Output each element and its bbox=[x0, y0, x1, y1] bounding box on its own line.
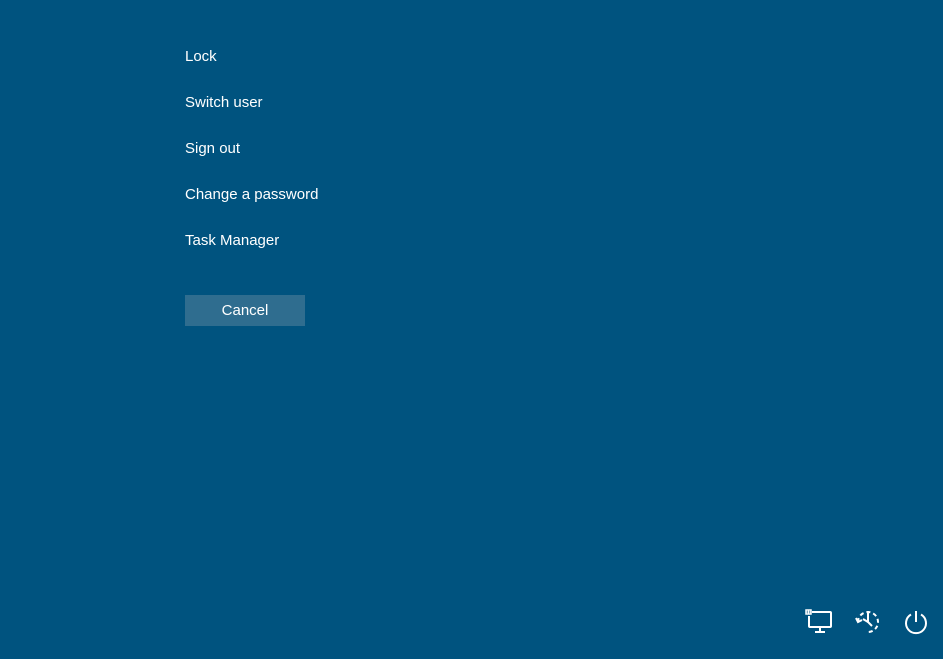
network-icon[interactable] bbox=[805, 607, 835, 637]
menu-item-sign-out[interactable]: Sign out bbox=[185, 140, 318, 158]
system-tray bbox=[805, 607, 931, 637]
ease-of-access-icon[interactable] bbox=[853, 607, 883, 637]
power-icon[interactable] bbox=[901, 607, 931, 637]
menu-item-task-manager[interactable]: Task Manager bbox=[185, 232, 318, 250]
security-options-menu: Lock Switch user Sign out Change a passw… bbox=[185, 48, 318, 278]
menu-item-switch-user[interactable]: Switch user bbox=[185, 94, 318, 112]
cancel-button[interactable]: Cancel bbox=[185, 295, 305, 326]
menu-item-lock[interactable]: Lock bbox=[185, 48, 318, 66]
menu-item-change-password[interactable]: Change a password bbox=[185, 186, 318, 204]
